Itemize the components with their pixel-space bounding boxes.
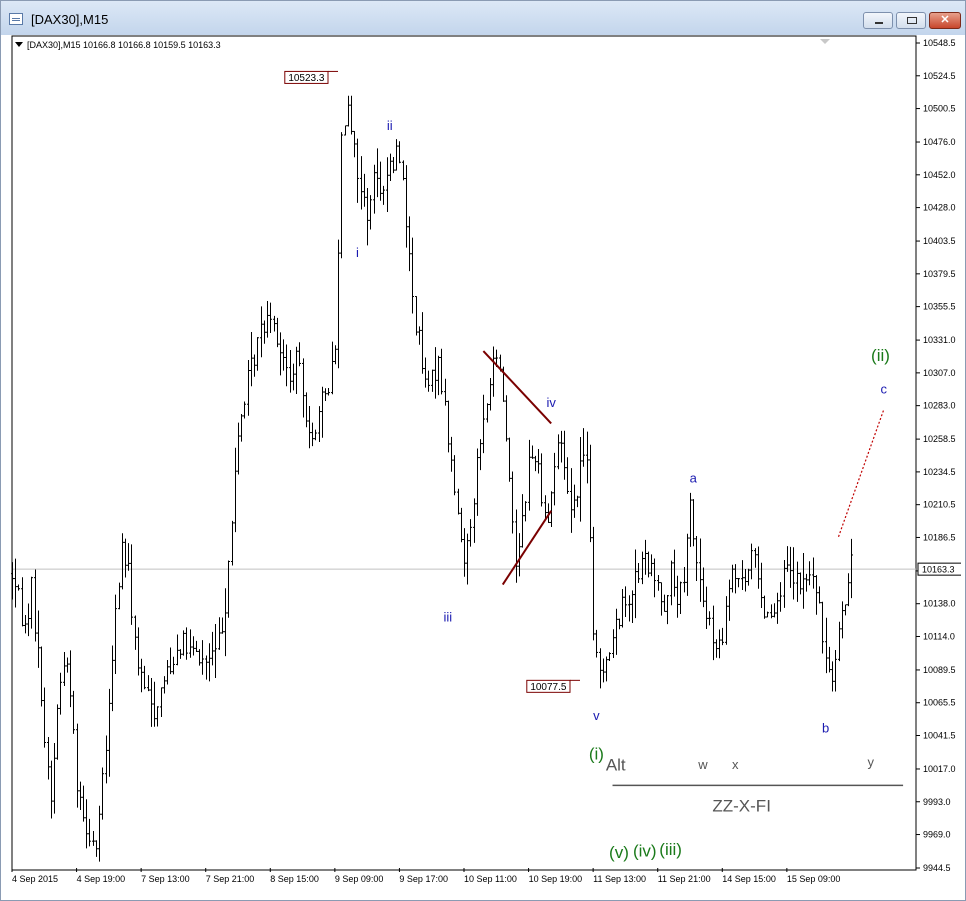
wave-label: (i): [589, 745, 604, 764]
y-tick-label: 10089.5: [923, 665, 956, 675]
svg-text:10163.3: 10163.3: [922, 565, 955, 575]
wave-label: v: [593, 708, 600, 723]
y-tick-label: 10403.5: [923, 236, 956, 246]
y-tick-label: 10283.0: [923, 401, 956, 411]
wave-label: iii: [444, 610, 453, 625]
chart-window-icon: [9, 13, 23, 25]
title-bar[interactable]: [DAX30],M15 ✕: [1, 1, 965, 35]
x-tick-label: 4 Sep 19:00: [77, 874, 126, 884]
wave-label: Alt: [606, 756, 626, 775]
y-tick-label: 10331.0: [923, 335, 956, 345]
y-tick-label: 10476.0: [923, 137, 956, 147]
y-tick-label: 10041.5: [923, 731, 956, 741]
wave-label: c: [880, 382, 887, 397]
y-tick-label: 10017.0: [923, 764, 956, 774]
y-tick-label: 10114.0: [923, 631, 955, 641]
x-tick-label: 15 Sep 09:00: [787, 874, 841, 884]
x-tick-label: 10 Sep 11:00: [464, 874, 517, 884]
minimize-icon: [875, 22, 883, 24]
y-tick-label: 10524.5: [923, 71, 956, 81]
wave-label: ii: [387, 118, 393, 133]
current-price-box: 10163.3: [917, 562, 961, 576]
close-icon: ✕: [940, 14, 950, 26]
wave-label: (v): [609, 843, 629, 862]
x-tick-label: 11 Sep 21:00: [658, 874, 711, 884]
wave-label: x: [732, 757, 739, 772]
y-tick-label: 10452.0: [923, 170, 956, 180]
wave-label: (iii): [659, 840, 682, 859]
y-tick-label: 10138.0: [923, 599, 956, 609]
x-tick-label: 4 Sep 2015: [12, 874, 58, 884]
y-tick-label: 10065.5: [923, 698, 956, 708]
x-tick-label: 8 Sep 15:00: [270, 874, 319, 884]
x-tick-label: 7 Sep 21:00: [206, 874, 255, 884]
wave-label: a: [690, 470, 698, 485]
y-tick-label: 10500.5: [923, 104, 956, 114]
wave-label: y: [868, 754, 875, 769]
window-title: [DAX30],M15: [31, 12, 109, 27]
wave-label: i: [356, 245, 359, 260]
x-tick-label: 9 Sep 09:00: [335, 874, 384, 884]
svg-text:10523.3: 10523.3: [288, 73, 325, 84]
symbol-header: [DAX30],M15 10166.8 10166.8 10159.5 1016…: [27, 40, 221, 50]
x-tick-label: 9 Sep 17:00: [399, 874, 448, 884]
wave-label: b: [822, 720, 829, 735]
y-tick-label: 10379.5: [923, 269, 956, 279]
y-tick-label: 10210.5: [923, 500, 956, 510]
y-tick-label: 10234.5: [923, 467, 956, 477]
y-tick-label: 10428.0: [923, 203, 956, 213]
restore-button[interactable]: [896, 12, 926, 29]
svg-text:10077.5: 10077.5: [530, 682, 567, 693]
x-tick-label: 10 Sep 19:00: [529, 874, 583, 884]
y-tick-label: 9944.5: [923, 863, 951, 873]
y-tick-label: 10355.5: [923, 302, 956, 312]
wave-label: ZZ-X-FI: [712, 797, 771, 816]
x-tick-label: 7 Sep 13:00: [141, 874, 190, 884]
price-chart[interactable]: [DAX30],M15 10166.8 10166.8 10159.5 1016…: [11, 35, 961, 895]
wave-label: iv: [546, 395, 556, 410]
minimize-button[interactable]: [863, 12, 893, 29]
chart-window: [DAX30],M15 ✕ [DAX30],M15 10166.8 10166.…: [0, 0, 966, 901]
y-tick-label: 9993.0: [923, 797, 951, 807]
y-tick-label: 10186.5: [923, 532, 956, 542]
close-button[interactable]: ✕: [929, 12, 961, 29]
wave-label: (iv): [633, 842, 657, 861]
y-tick-label: 10258.5: [923, 434, 956, 444]
y-tick-label: 9969.0: [923, 830, 951, 840]
x-tick-label: 11 Sep 13:00: [593, 874, 646, 884]
x-tick-label: 14 Sep 15:00: [722, 874, 776, 884]
y-tick-label: 10548.5: [923, 38, 956, 48]
restore-icon: [907, 17, 917, 24]
y-tick-label: 10307.0: [923, 368, 956, 378]
wave-label: (ii): [871, 346, 890, 365]
wave-label: w: [697, 757, 708, 772]
chart-background: [11, 35, 961, 895]
